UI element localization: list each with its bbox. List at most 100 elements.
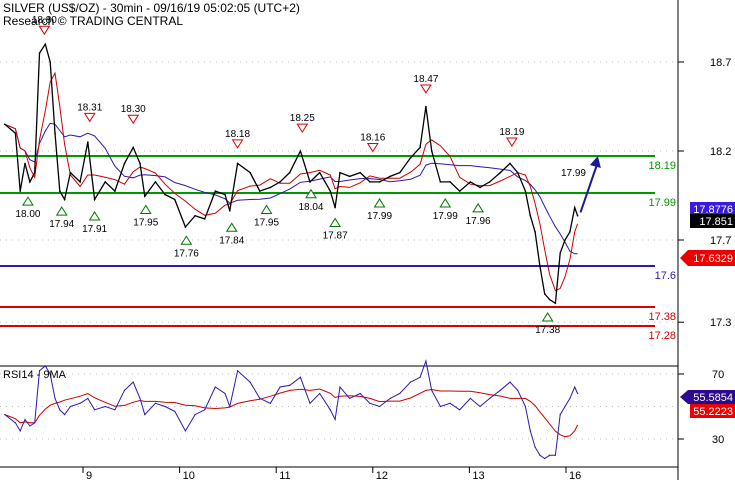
price-point <box>3 123 6 126</box>
level-label: 17.28 <box>648 330 676 342</box>
price-point <box>488 181 491 183</box>
rsi-point <box>534 446 536 448</box>
high-marker-icon <box>296 123 309 134</box>
rsi-point <box>87 397 89 399</box>
rsi-point <box>479 405 481 408</box>
price-point <box>154 181 157 183</box>
price-point <box>229 210 231 212</box>
rsi-point <box>44 365 46 367</box>
price-point <box>499 171 502 174</box>
last-value-label: 17.851 <box>699 216 733 228</box>
price-point <box>318 171 321 174</box>
price-point <box>114 190 116 192</box>
low-marker-icon <box>439 198 452 208</box>
y-tick-label: 17.3 <box>710 317 731 329</box>
rsi-point <box>214 386 216 388</box>
low-label: 17.38 <box>535 325 560 336</box>
chart-source: Research © TRADING CENTRAL <box>3 14 183 28</box>
rsi-point <box>29 425 31 427</box>
x-tick-label: 12 <box>376 470 388 480</box>
rsi-point <box>236 370 239 372</box>
price-point <box>576 214 579 217</box>
price-point <box>139 162 141 165</box>
rsi-point <box>564 405 566 408</box>
low-label: 17.87 <box>323 230 348 241</box>
rsi-tick-label: 70 <box>712 369 724 381</box>
x-tick-label: 13 <box>472 470 484 480</box>
rsi-point <box>554 454 556 456</box>
rsi-point <box>14 422 16 424</box>
price-point <box>458 190 461 192</box>
low-label: 17.84 <box>219 235 244 246</box>
price-point <box>224 193 226 196</box>
low-marker-icon <box>55 206 68 216</box>
rsi-point <box>334 418 336 421</box>
price-point <box>173 198 176 201</box>
rsi-point <box>79 402 81 404</box>
x-tick-label: 10 <box>183 470 195 480</box>
y-tick-label: 18.7 <box>710 57 731 69</box>
price-point <box>33 171 36 174</box>
price-point <box>534 231 536 233</box>
price-line <box>4 42 579 305</box>
price-point <box>249 171 251 174</box>
low-label: 18.04 <box>298 202 323 213</box>
price-point <box>378 181 381 183</box>
price-point <box>69 171 72 174</box>
rsi-ma-line <box>4 388 579 438</box>
price-point <box>559 252 562 254</box>
price-point <box>44 43 47 45</box>
rsi-point <box>184 430 186 432</box>
rsi-title: RSI14 - 9MA <box>3 369 66 381</box>
price-point <box>359 171 362 174</box>
price-point <box>38 52 41 54</box>
price-point <box>554 302 557 305</box>
level-label: 17.38 <box>648 311 676 323</box>
level-label: 17.6 <box>655 270 676 282</box>
rsi-point <box>309 402 311 404</box>
price-point <box>399 171 401 174</box>
price-point <box>543 293 546 295</box>
low-marker-icon <box>139 204 152 214</box>
last-value-label: 17.6329 <box>693 253 733 265</box>
rsi-line <box>4 359 579 460</box>
rsi-point <box>24 418 26 421</box>
price-point <box>104 181 107 183</box>
low-label: 17.99 <box>433 211 458 222</box>
low-marker-icon <box>180 235 193 245</box>
price-point <box>529 214 532 217</box>
high-marker-icon <box>506 137 518 147</box>
rsi-point <box>114 409 116 411</box>
rsi-point <box>576 392 579 395</box>
level-label: 18.19 <box>648 160 676 172</box>
price-point <box>329 190 332 192</box>
rsi-point <box>425 360 427 362</box>
price-point <box>469 181 472 183</box>
price-point <box>14 132 17 134</box>
low-label: 17.99 <box>367 211 392 222</box>
rsi-point <box>123 389 126 391</box>
rsi-point <box>194 414 196 416</box>
rsi-point <box>204 409 206 411</box>
price-point <box>449 181 451 183</box>
rsi-point <box>259 397 261 399</box>
rsi-point <box>139 397 141 399</box>
rsi-value-label: 55.2223 <box>693 406 733 418</box>
rsi-point <box>459 409 461 411</box>
rsi-point <box>34 422 36 424</box>
rsi-point <box>469 397 471 399</box>
rsi-point <box>524 405 527 408</box>
rsi-point <box>289 384 291 386</box>
price-point <box>573 206 576 209</box>
rsi-point <box>569 397 571 399</box>
high-marker-icon <box>127 114 140 125</box>
high-label: 18.16 <box>360 133 385 144</box>
rsi-point <box>54 397 56 399</box>
price-point <box>24 162 26 165</box>
price-point <box>548 298 551 301</box>
high-marker-icon <box>366 143 379 153</box>
rsi-point <box>329 409 331 411</box>
price-point <box>509 162 511 165</box>
rsi-point <box>559 414 561 416</box>
price-point <box>203 218 206 220</box>
